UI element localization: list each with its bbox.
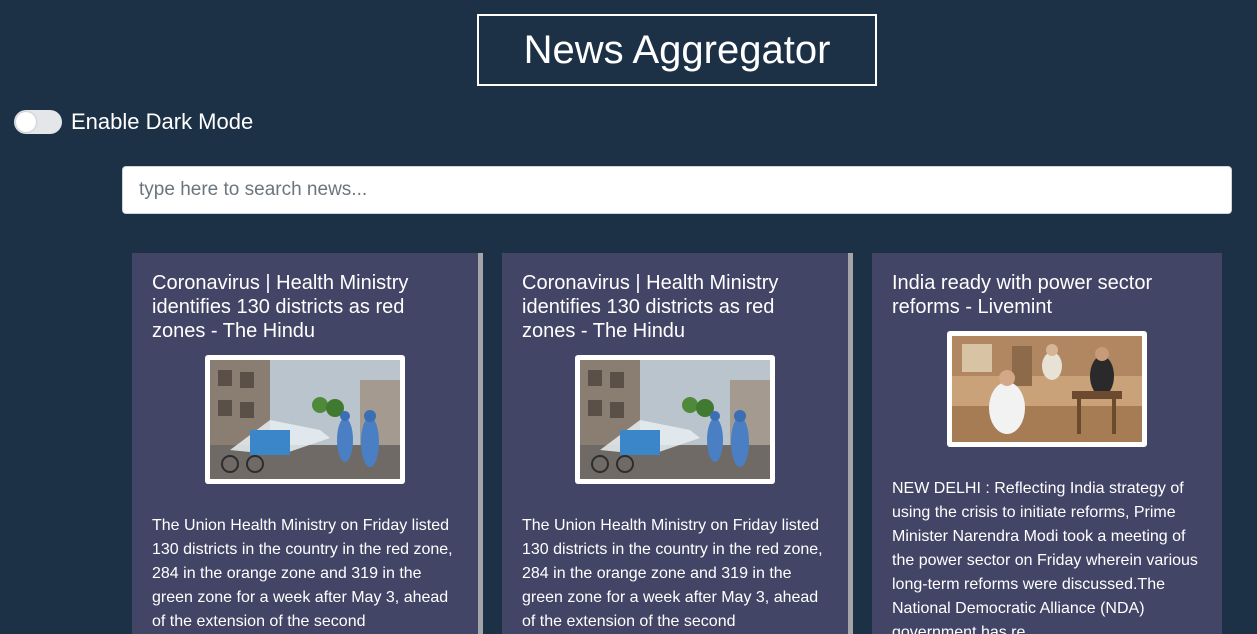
card-image [205, 355, 405, 484]
news-card[interactable]: Coronavirus | Health Ministry identifies… [502, 253, 853, 634]
news-card[interactable]: India ready with power sector reforms - … [872, 253, 1222, 634]
card-description: The Union Health Ministry on Friday list… [522, 517, 823, 630]
card-title[interactable]: India ready with power sector reforms - … [892, 271, 1202, 319]
dark-mode-toggle[interactable] [14, 110, 62, 134]
sanitization-photo-icon [580, 360, 770, 479]
page-title: News Aggregator [477, 14, 877, 86]
card-description: NEW DELHI : Reflecting India strategy of… [892, 480, 1198, 634]
card-description: The Union Health Ministry on Friday list… [152, 517, 453, 630]
card-title[interactable]: Coronavirus | Health Ministry identifies… [522, 271, 828, 343]
card-title[interactable]: Coronavirus | Health Ministry identifies… [152, 271, 458, 343]
card-image [947, 331, 1147, 447]
toggle-knob [16, 112, 36, 132]
search-input[interactable] [122, 166, 1232, 214]
meeting-photo-icon [952, 336, 1142, 442]
sanitization-photo-icon [210, 360, 400, 479]
news-card[interactable]: Coronavirus | Health Ministry identifies… [132, 253, 483, 634]
news-aggregator-page: News Aggregator Enable Dark Mode Coronav… [0, 0, 1257, 634]
card-image [575, 355, 775, 484]
dark-mode-row: Enable Dark Mode [14, 108, 253, 136]
dark-mode-label: Enable Dark Mode [71, 109, 254, 134]
